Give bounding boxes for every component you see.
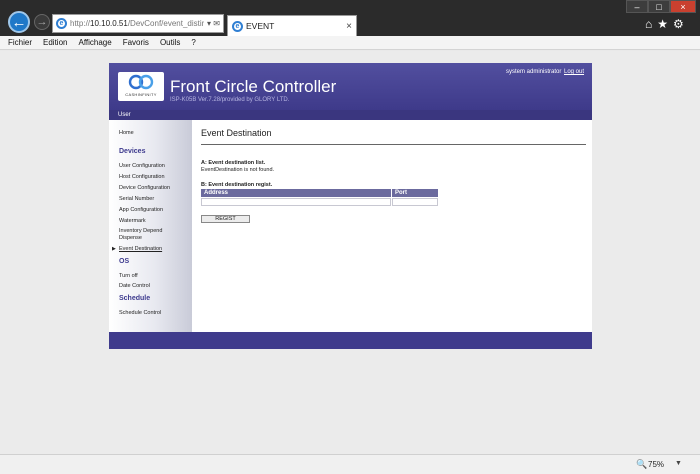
minimize-icon: – xyxy=(634,1,640,12)
close-icon: × xyxy=(680,1,686,12)
section-b-label: B: Event destination regist. xyxy=(201,182,273,188)
sidebar-item-host-configuration[interactable]: Host Configuration xyxy=(119,174,165,181)
url-path: /DevConf/event_distir xyxy=(127,19,205,28)
sidebar-section-schedule: Schedule xyxy=(119,295,151,302)
tab-title: EVENT xyxy=(246,21,275,31)
url-prefix: http:// xyxy=(70,19,91,28)
app-version: ISP-K05B Ver.7.28/provided by GLORY LTD. xyxy=(170,97,290,103)
menu-help[interactable]: ? xyxy=(191,38,195,47)
back-button[interactable]: ← xyxy=(8,11,30,33)
menu-fichier[interactable]: Fichier xyxy=(8,38,32,47)
tab-event[interactable]: e EVENT × xyxy=(227,15,357,36)
regist-button[interactable]: REGIST xyxy=(201,215,250,223)
forward-button[interactable]: → xyxy=(34,14,50,30)
sidebar-item-event-destination[interactable]: Event Destination xyxy=(119,246,162,253)
zoom-magnifier-icon[interactable]: 🔍 xyxy=(636,459,647,470)
arrow-left-icon: ← xyxy=(11,13,27,31)
zoom-level[interactable]: 75% xyxy=(648,460,664,469)
sidebar-item-turn-off[interactable]: Turn off xyxy=(119,273,138,280)
logo-rings-icon xyxy=(128,74,154,90)
address-input[interactable] xyxy=(201,198,391,206)
sidebar-item-watermark[interactable]: Watermark xyxy=(119,218,146,225)
col-header-port: Port xyxy=(392,189,438,197)
port-input[interactable] xyxy=(392,198,438,206)
close-window-button[interactable]: × xyxy=(670,0,696,13)
ie-icon: e xyxy=(56,18,67,29)
url-host: 10.10.0.51 xyxy=(90,19,128,28)
section-a-label: A: Event destination list. xyxy=(201,160,266,166)
user-name: system administrator xyxy=(506,69,562,75)
arrow-right-icon: → xyxy=(36,16,48,28)
app-header: CASHINFINITY Front Circle Controller ISP… xyxy=(109,63,592,110)
sidebar-item-serial-number[interactable]: Serial Number xyxy=(119,196,154,203)
url-text[interactable]: http://10.10.0.51/DevConf/event_distir xyxy=(70,19,204,28)
sidebar-item-schedule-control[interactable]: Schedule Control xyxy=(119,310,161,317)
main-content: Event Destination A: Event destination l… xyxy=(201,128,586,188)
browser-statusbar: 🔍 75% ▼ xyxy=(0,454,700,474)
favorites-star-icon[interactable]: ★ xyxy=(657,17,668,31)
menu-favoris[interactable]: Favoris xyxy=(123,38,149,47)
sidebar-item-date-control[interactable]: Date Control xyxy=(119,283,150,290)
maximize-icon: □ xyxy=(656,1,662,12)
settings-gear-icon[interactable]: ⚙ xyxy=(673,17,684,31)
window-controls: – □ × xyxy=(626,0,696,13)
sidebar-item-app-configuration[interactable]: App Configuration xyxy=(119,207,163,214)
app-panel: CASHINFINITY Front Circle Controller ISP… xyxy=(109,63,592,349)
sidebar-section-devices: Devices xyxy=(119,148,146,155)
sidebar-item-home[interactable]: Home xyxy=(119,130,134,137)
col-header-address: Address xyxy=(201,189,391,197)
app-footer xyxy=(109,332,592,349)
home-icon[interactable]: ⌂ xyxy=(645,17,652,31)
maximize-button[interactable]: □ xyxy=(648,0,670,13)
search-dropdown-icon[interactable]: ▾ ✉ xyxy=(204,19,223,28)
cashinfinity-logo: CASHINFINITY xyxy=(118,72,164,101)
section-a-message: EventDestination is not found. xyxy=(201,167,275,173)
minimize-button[interactable]: – xyxy=(626,0,648,13)
menu-outils[interactable]: Outils xyxy=(160,38,180,47)
user-bar: User xyxy=(109,110,592,120)
zoom-dropdown-icon[interactable]: ▼ xyxy=(675,460,682,467)
page-viewport: CASHINFINITY Front Circle Controller ISP… xyxy=(0,51,700,454)
sidebar-item-user-configuration[interactable]: User Configuration xyxy=(119,163,165,170)
browser-menubar: Fichier Edition Affichage Favoris Outils… xyxy=(0,36,700,50)
menu-edition[interactable]: Edition xyxy=(43,38,67,47)
logout-link[interactable]: Log out xyxy=(564,69,584,75)
current-item-arrow-icon: ▶ xyxy=(112,246,116,252)
app-title: Front Circle Controller xyxy=(170,77,337,96)
menu-affichage[interactable]: Affichage xyxy=(78,38,111,47)
sidebar: Home Devices User Configuration Host Con… xyxy=(109,120,192,332)
sidebar-section-os: OS xyxy=(119,258,130,265)
browser-titlebar: ← → e http://10.10.0.51/DevConf/event_di… xyxy=(0,0,700,36)
page-title: Event Destination xyxy=(201,128,586,145)
sidebar-item-device-configuration[interactable]: Device Configuration xyxy=(119,185,170,192)
tab-close-icon[interactable]: × xyxy=(346,21,356,32)
sidebar-item-dispense[interactable]: Dispense xyxy=(119,235,142,242)
browser-toolbar-icons: ⌂ ★ ⚙ xyxy=(645,17,684,31)
logo-caption: CASHINFINITY xyxy=(125,92,157,97)
sidebar-item-inventory-depend[interactable]: Inventory Depend xyxy=(119,228,162,235)
address-bar[interactable]: e http://10.10.0.51/DevConf/event_distir… xyxy=(52,14,224,33)
tab-ie-icon: e xyxy=(232,20,243,32)
